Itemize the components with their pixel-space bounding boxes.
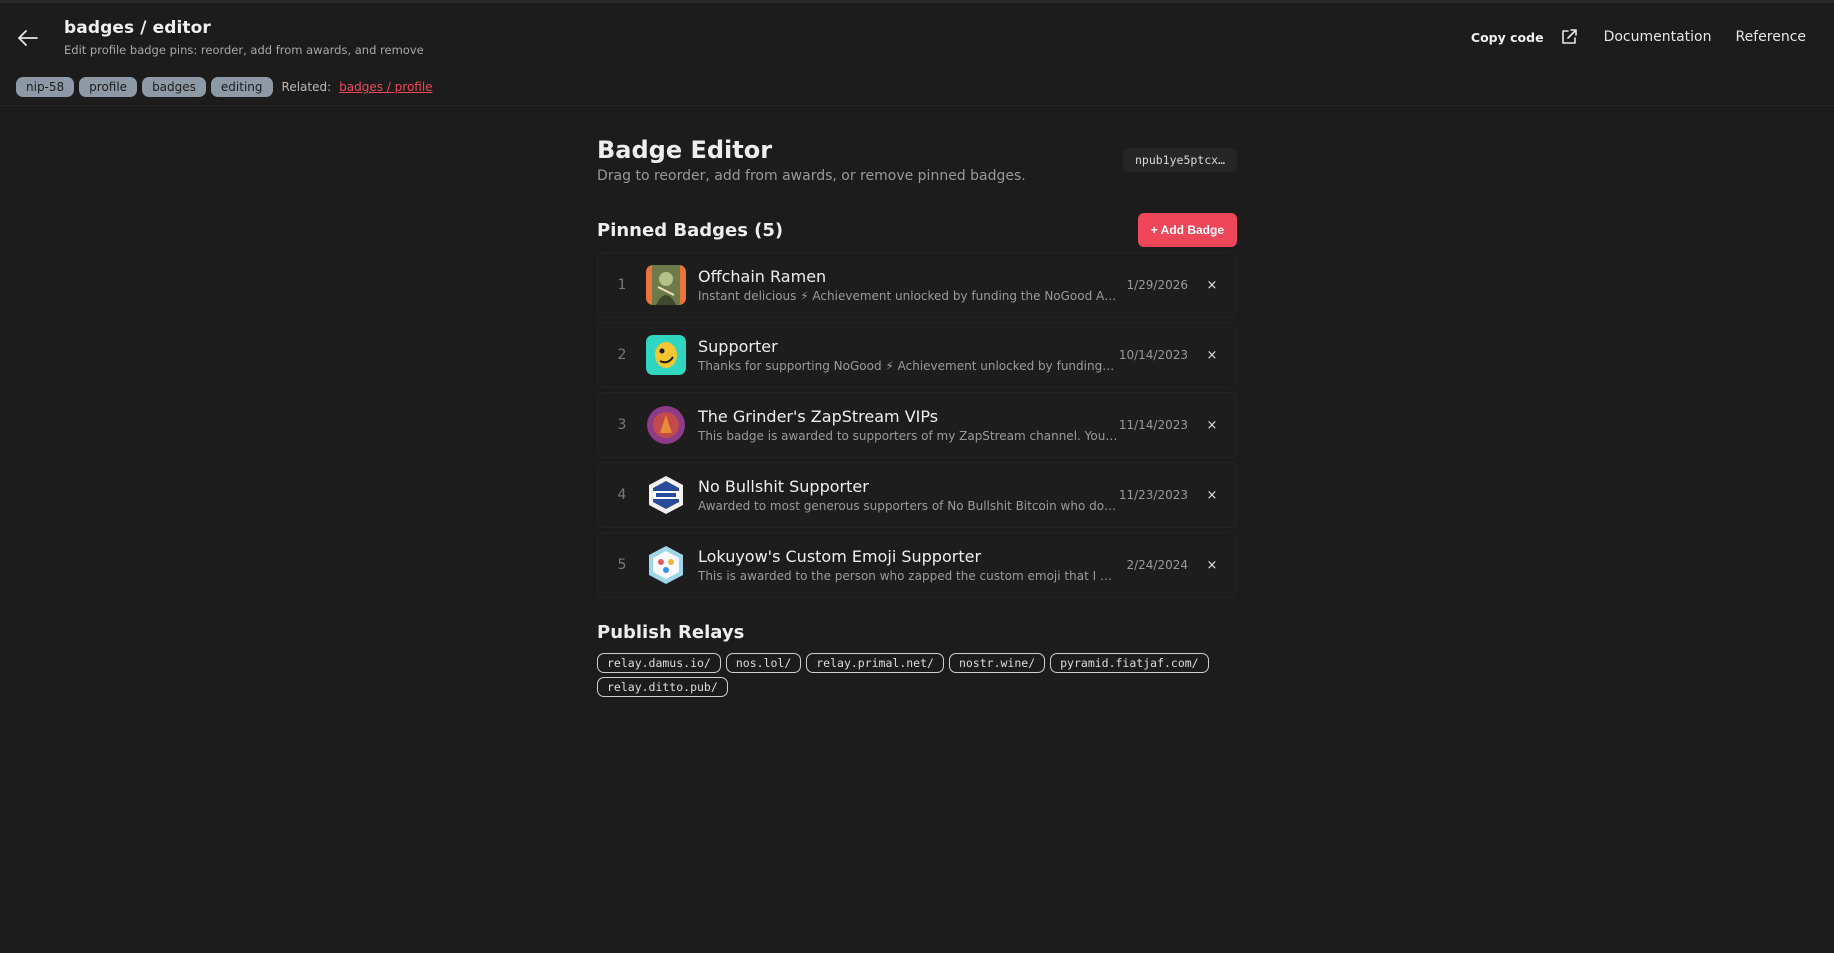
badge-description: Thanks for supporting NoGood ⚡ Achieveme… [698, 359, 1118, 373]
nav-reference[interactable]: Reference [1736, 29, 1807, 45]
badge-description: Instant delicious ⚡ Achievement unlocked… [698, 289, 1118, 303]
badge-name: Lokuyow's Custom Emoji Supporter [698, 547, 982, 566]
remove-badge-button[interactable]: × [1204, 487, 1220, 503]
badge-text: Supporter Thanks for supporting NoGood ⚡… [698, 337, 1118, 373]
related-label: Related: [281, 79, 332, 94]
add-badge-button[interactable]: + Add Badge [1137, 213, 1237, 247]
badge-text: The Grinder's ZapStream VIPs This badge … [698, 407, 1118, 443]
tag-bar: nip-58 profile badges editing Related: b… [0, 68, 1834, 106]
badge-date: 2/24/2024 [1126, 558, 1188, 572]
badge-position: 2 [617, 347, 627, 363]
badge-row[interactable]: 2 Supporter Thanks for supporting NoGood… [597, 322, 1237, 388]
back-arrow-icon[interactable] [14, 24, 42, 52]
badge-description: This is awarded to the person who zapped… [698, 569, 1118, 583]
relay-list: relay.damus.io/ nos.lol/ relay.primal.ne… [597, 653, 1237, 701]
header-actions: Copy code Documentation Reference [1471, 25, 1806, 49]
relay-chip[interactable]: relay.damus.io/ [597, 653, 721, 673]
badge-description: Awarded to most generous supporters of N… [698, 499, 1118, 513]
relay-chip[interactable]: pyramid.fiatjaf.com/ [1050, 653, 1209, 673]
badge-position: 4 [617, 487, 627, 503]
no-bullshit-badge-icon [646, 475, 686, 515]
badge-row[interactable]: 3 The Grinder's ZapStream VIPs This badg… [597, 392, 1237, 458]
page-subtitle: Edit profile badge pins: reorder, add fr… [64, 43, 424, 57]
badge-name: The Grinder's ZapStream VIPs [698, 407, 939, 426]
badge-position: 5 [617, 557, 627, 573]
tag-badges[interactable]: badges [142, 76, 206, 97]
npub-chip[interactable]: npub1ye5ptcx… [1122, 148, 1237, 172]
badge-text: Offchain Ramen Instant delicious ⚡ Achie… [698, 267, 1118, 303]
relay-chip[interactable]: nos.lol/ [725, 653, 802, 673]
emoji-badge-icon [646, 545, 686, 585]
top-header: badges / editor Edit profile badge pins:… [0, 0, 1834, 68]
badge-name: Supporter [698, 337, 778, 356]
pinned-header: Pinned Badges (5) + Add Badge [597, 212, 1237, 248]
remove-badge-button[interactable]: × [1204, 347, 1220, 363]
tag-nip-58[interactable]: nip-58 [16, 76, 75, 97]
remove-badge-button[interactable]: × [1204, 277, 1220, 293]
external-link-icon[interactable] [1558, 26, 1580, 48]
badge-row[interactable]: 4 No Bullshit Supporter Awarded to most … [597, 462, 1237, 528]
badge-name: Offchain Ramen [698, 267, 827, 286]
related-link[interactable]: badges / profile [339, 80, 432, 94]
badge-position: 1 [617, 277, 627, 293]
page-title: badges / editor [64, 18, 211, 38]
badge-text: Lokuyow's Custom Emoji Supporter This is… [698, 547, 1118, 583]
badge-text: No Bullshit Supporter Awarded to most ge… [698, 477, 1118, 513]
title-block: badges / editor Edit profile badge pins:… [64, 18, 424, 57]
copy-code-button[interactable]: Copy code [1471, 30, 1544, 45]
relay-chip[interactable]: nostr.wine/ [948, 653, 1046, 673]
zapstream-badge-icon [646, 405, 686, 445]
badge-position: 3 [617, 417, 627, 433]
badge-name: No Bullshit Supporter [698, 477, 869, 496]
badge-date: 11/23/2023 [1118, 488, 1188, 502]
supporter-badge-icon [646, 335, 686, 375]
remove-badge-button[interactable]: × [1204, 557, 1220, 573]
tag-profile[interactable]: profile [79, 76, 138, 97]
badge-date: 10/14/2023 [1118, 348, 1188, 362]
badge-description: This badge is awarded to supporters of m… [698, 429, 1118, 443]
pinned-title: Pinned Badges (5) [597, 219, 784, 241]
relay-chip[interactable]: relay.ditto.pub/ [597, 677, 728, 697]
tag-editing[interactable]: editing [210, 76, 273, 97]
badge-date: 1/29/2026 [1126, 278, 1188, 292]
nav-documentation[interactable]: Documentation [1604, 29, 1712, 45]
badge-editor-panel: Badge Editor Drag to reorder, add from a… [597, 136, 1237, 701]
badge-row[interactable]: 1 Offchain Ramen Instant delicious ⚡ Ach… [597, 252, 1237, 318]
relays-title: Publish Relays [597, 622, 745, 643]
remove-badge-button[interactable]: × [1204, 417, 1220, 433]
relay-chip[interactable]: relay.primal.net/ [806, 653, 944, 673]
pinned-badge-list: 1 Offchain Ramen Instant delicious ⚡ Ach… [597, 252, 1237, 598]
badge-date: 11/14/2023 [1118, 418, 1188, 432]
badge-row[interactable]: 5 Lokuyow's Custom Emoji Supporter This … [597, 532, 1237, 598]
ramen-badge-icon [646, 265, 686, 305]
